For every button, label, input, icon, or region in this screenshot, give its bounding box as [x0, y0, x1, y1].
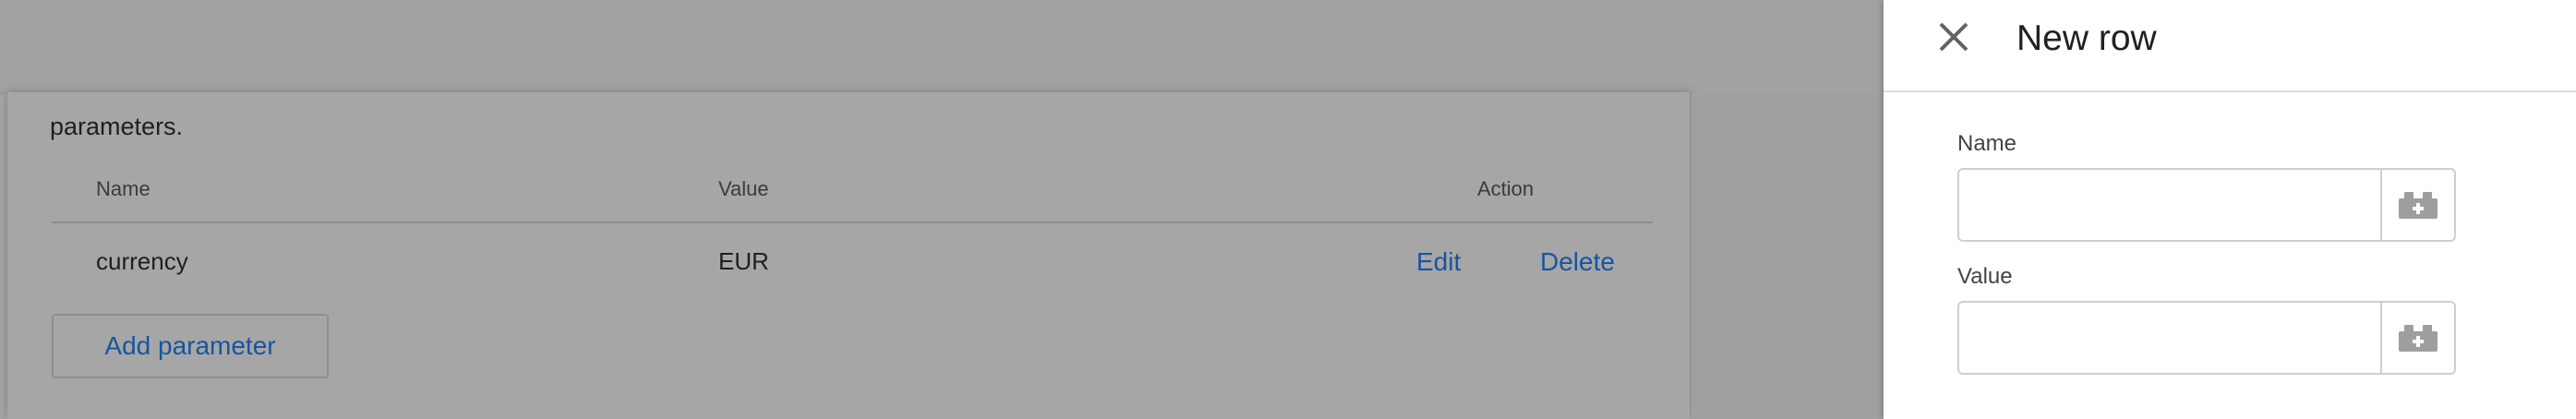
- column-header-value: Value: [718, 177, 769, 200]
- lego-plus-icon: [2399, 325, 2438, 352]
- add-parameter-button[interactable]: Add parameter: [52, 314, 329, 378]
- header-divider: [52, 221, 1653, 223]
- delete-button[interactable]: Delete: [1540, 247, 1615, 277]
- value-field[interactable]: [1957, 301, 2382, 375]
- insert-variable-button[interactable]: [2380, 168, 2456, 242]
- row-value-cell: EUR: [718, 247, 769, 275]
- value-field-label: Value: [1957, 264, 2013, 289]
- lego-plus-icon: [2399, 192, 2438, 219]
- name-field-label: Name: [1957, 131, 2017, 156]
- column-header-name: Name: [96, 177, 150, 200]
- panel-header: New row: [1884, 0, 2576, 92]
- value-field-group: [1957, 301, 2456, 375]
- description-cut-line: ▬ ▬▬▬▬ ▬▬ ▬▬▬▬▬ ▬▬▬▬ ▬▬▬▬▬ ▬▬▬▬▬ ▬▬▬▬ ▬▬…: [50, 75, 1480, 89]
- name-field-group: [1957, 168, 2456, 242]
- row-name-cell: currency: [96, 247, 188, 275]
- new-row-panel: New row Name Value: [1884, 0, 2576, 419]
- panel-title: New row: [2016, 18, 2157, 58]
- background-gutter: [1691, 92, 1884, 419]
- name-field[interactable]: [1957, 168, 2382, 242]
- insert-variable-button[interactable]: [2380, 301, 2456, 375]
- column-header-action: Action: [1477, 177, 1535, 200]
- edit-button[interactable]: Edit: [1416, 247, 1461, 277]
- description-text: parameters.: [50, 113, 184, 140]
- close-icon[interactable]: [1933, 17, 1974, 57]
- parameters-card: ▬ ▬▬▬▬ ▬▬ ▬▬▬▬▬ ▬▬▬▬ ▬▬▬▬▬ ▬▬▬▬▬ ▬▬▬▬ ▬▬…: [7, 75, 1690, 419]
